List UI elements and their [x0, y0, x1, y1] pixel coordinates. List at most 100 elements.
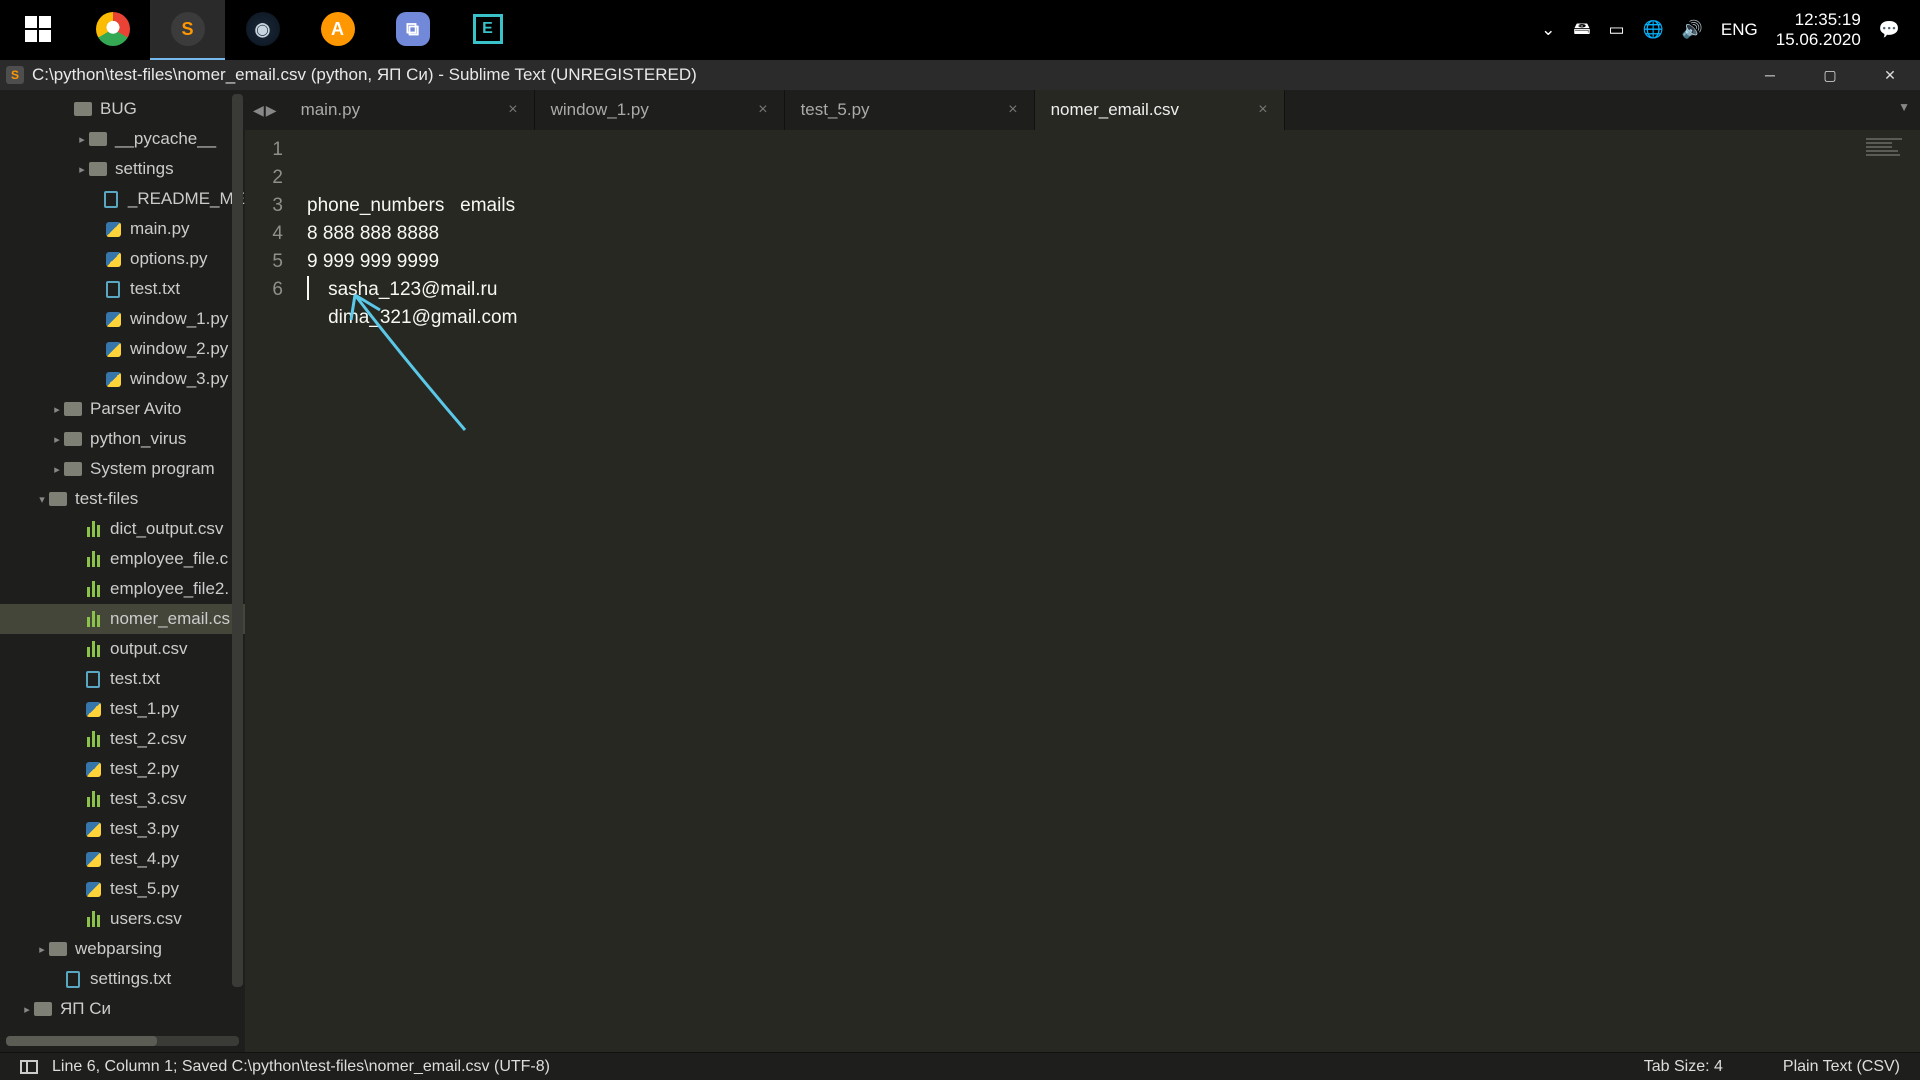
tree-item[interactable]: window_1.py [0, 304, 245, 334]
tree-item[interactable]: test_2.py [0, 754, 245, 784]
python-file-icon [104, 310, 122, 328]
maximize-button[interactable]: ▢ [1800, 60, 1860, 90]
editor-area: ◀ ▶ main.py×window_1.py×test_5.py×nomer_… [245, 90, 1920, 1052]
tree-item[interactable]: options.py [0, 244, 245, 274]
folder-icon [49, 940, 67, 958]
tree-item-label: python_virus [90, 429, 186, 449]
tree-item-label: window_1.py [130, 309, 228, 329]
tab-nav-forward-icon[interactable]: ▶ [266, 102, 277, 119]
tree-item[interactable]: window_3.py [0, 364, 245, 394]
tree-item[interactable]: employee_file.c [0, 544, 245, 574]
windows-logo-icon [25, 16, 51, 42]
folder-icon [64, 400, 82, 418]
csv-file-icon [84, 640, 102, 658]
tray-battery-icon[interactable]: ▭ [1608, 20, 1624, 40]
status-syntax[interactable]: Plain Text (CSV) [1783, 1058, 1900, 1076]
tree-item[interactable]: test.txt [0, 274, 245, 304]
text-file-icon [103, 190, 120, 208]
tab-overflow-icon[interactable]: ▼ [1898, 100, 1910, 114]
tree-item[interactable]: test_2.csv [0, 724, 245, 754]
tray-language[interactable]: ENG [1721, 20, 1758, 40]
tree-item[interactable]: test.txt [0, 664, 245, 694]
tree-item-label: test_2.csv [110, 729, 187, 749]
tree-item[interactable]: dict_output.csv [0, 514, 245, 544]
sublime-window: S C:\python\test-files\nomer_email.csv (… [0, 60, 1920, 1080]
taskbar-app-steam[interactable]: ◉ [225, 0, 300, 60]
line-number: 2 [245, 164, 283, 192]
tray-expand-icon[interactable]: ⌄ [1541, 20, 1555, 40]
code-line: phone_numbers emails [307, 192, 1780, 220]
disclosure-arrow-icon[interactable]: ▸ [50, 463, 64, 476]
file-tree[interactable]: BUG▸__pycache__▸settings_README_MEmain.p… [0, 90, 245, 1036]
tree-item[interactable]: users.csv [0, 904, 245, 934]
tab-test_5-py[interactable]: test_5.py× [785, 90, 1035, 130]
tree-item[interactable]: _README_ME [0, 184, 245, 214]
tree-item[interactable]: ▸Parser Avito [0, 394, 245, 424]
disclosure-arrow-icon[interactable]: ▸ [20, 1003, 34, 1016]
status-tab-size[interactable]: Tab Size: 4 [1644, 1058, 1723, 1076]
tree-item-label: System program [90, 459, 215, 479]
taskbar-app-epic[interactable]: E [450, 0, 525, 60]
tree-item[interactable]: ▸ System program [0, 454, 245, 484]
tree-item[interactable]: test_5.py [0, 874, 245, 904]
tray-volume-icon[interactable]: 🔊 [1682, 20, 1703, 40]
tree-item[interactable]: ▸__pycache__ [0, 124, 245, 154]
csv-file-icon [84, 790, 102, 808]
tree-item[interactable]: output.csv [0, 634, 245, 664]
tree-item-label: test-files [75, 489, 138, 509]
tree-item[interactable]: window_2.py [0, 334, 245, 364]
tree-item[interactable]: test_3.csv [0, 784, 245, 814]
tree-item[interactable]: ▸ ЯП Си [0, 994, 245, 1024]
start-button[interactable] [0, 0, 75, 60]
tab-close-icon[interactable]: × [508, 101, 517, 119]
disclosure-arrow-icon[interactable]: ▸ [50, 433, 64, 446]
tree-item[interactable]: test_1.py [0, 694, 245, 724]
tree-item[interactable]: nomer_email.cs [0, 604, 245, 634]
tree-item[interactable]: test_4.py [0, 844, 245, 874]
code-line: sasha_123@mail.ru [307, 276, 1780, 304]
minimize-button[interactable]: ─ [1740, 60, 1800, 90]
sidebar-horizontal-scrollbar[interactable] [6, 1036, 239, 1046]
tab-close-icon[interactable]: × [758, 101, 767, 119]
tab-nav-back-icon[interactable]: ◀ [253, 102, 264, 119]
line-number: 6 [245, 276, 283, 304]
tree-item[interactable]: ▾ test-files [0, 484, 245, 514]
tray-notifications-icon[interactable]: 💬 [1879, 20, 1900, 40]
sidebar-vertical-scrollbar[interactable] [232, 94, 243, 1034]
code-editor[interactable]: phone_numbers emails8 888 888 88889 999 … [295, 130, 1780, 1052]
taskbar-app-aimp[interactable]: A [300, 0, 375, 60]
tab-main-py[interactable]: main.py× [285, 90, 535, 130]
gutter: 123456 [245, 130, 295, 1052]
tree-item[interactable]: settings.txt [0, 964, 245, 994]
tray-clock[interactable]: 12:35:19 15.06.2020 [1776, 10, 1861, 51]
sidebar-toggle-icon[interactable] [20, 1060, 38, 1074]
python-file-icon [104, 250, 122, 268]
taskbar-app-sublime[interactable]: S [150, 0, 225, 60]
tree-item[interactable]: ▸settings [0, 154, 245, 184]
taskbar-app-discord[interactable]: ⧉ [375, 0, 450, 60]
tree-item[interactable]: BUG [0, 94, 245, 124]
taskbar-app-chrome[interactable] [75, 0, 150, 60]
disclosure-arrow-icon[interactable]: ▸ [75, 133, 89, 146]
tree-item[interactable]: ▸webparsing [0, 934, 245, 964]
tree-item[interactable]: test_3.py [0, 814, 245, 844]
tab-close-icon[interactable]: × [1008, 101, 1017, 119]
tab-nomer_email-csv[interactable]: nomer_email.csv× [1035, 90, 1285, 130]
disclosure-arrow-icon[interactable]: ▾ [35, 493, 49, 506]
tray-usb-icon[interactable]: 🖴 [1573, 16, 1590, 45]
tree-item[interactable]: main.py [0, 214, 245, 244]
tree-item[interactable]: employee_file2. [0, 574, 245, 604]
tree-item-label: ЯП Си [60, 999, 111, 1019]
disclosure-arrow-icon[interactable]: ▸ [35, 943, 49, 956]
status-bar: Line 6, Column 1; Saved C:\python\test-f… [0, 1052, 1920, 1080]
tree-item[interactable]: ▸ python_virus [0, 424, 245, 454]
disclosure-arrow-icon[interactable]: ▸ [75, 163, 89, 176]
tab-close-icon[interactable]: × [1258, 101, 1267, 119]
close-button[interactable]: ✕ [1860, 60, 1920, 90]
disclosure-arrow-icon[interactable]: ▸ [50, 403, 64, 416]
tab-window_1-py[interactable]: window_1.py× [535, 90, 785, 130]
minimap[interactable] [1780, 130, 1920, 1052]
steam-icon: ◉ [246, 12, 280, 46]
python-file-icon [104, 220, 122, 238]
tray-network-icon[interactable]: 🌐 [1643, 20, 1664, 40]
